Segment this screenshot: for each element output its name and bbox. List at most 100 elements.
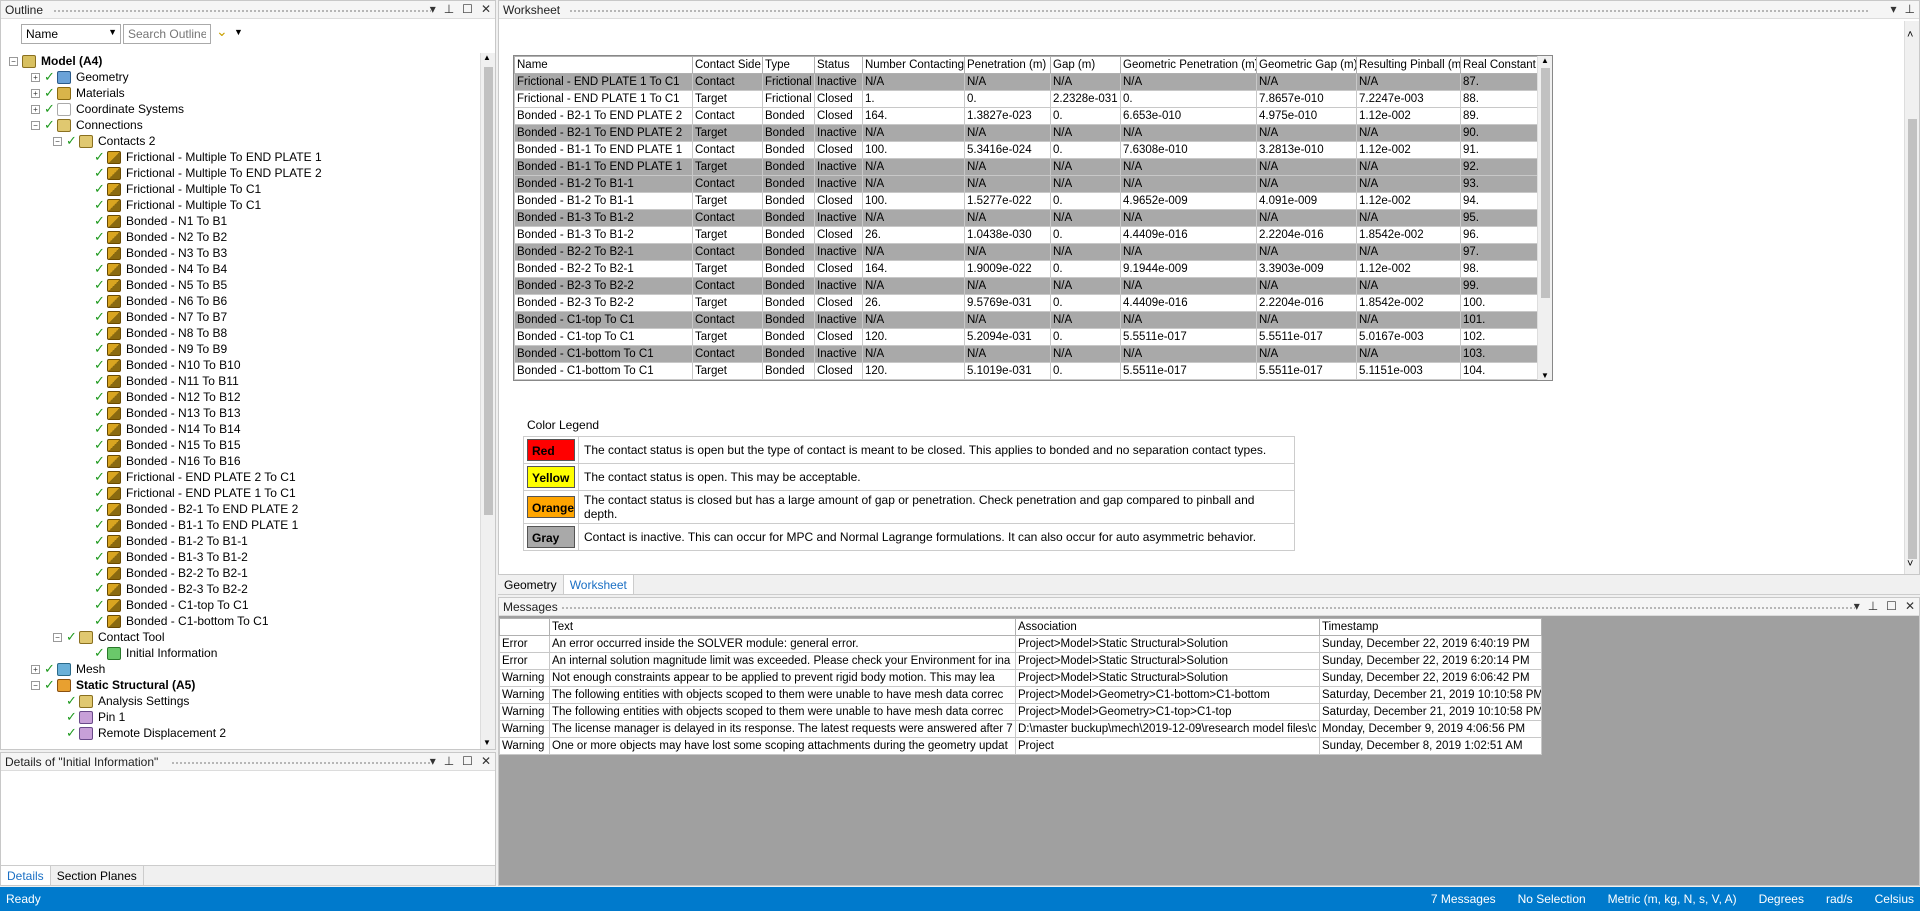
tree-node[interactable]: + ✓ Mesh bbox=[31, 661, 105, 677]
table-row[interactable]: Bonded - B2-2 To B2-1 Contact Bonded Inacti… bbox=[514, 243, 1539, 261]
pin-icon[interactable]: ⊥ bbox=[444, 754, 454, 768]
table-row[interactable]: Bonded - B1-2 To B1-1 Contact Bonded Inacti… bbox=[514, 175, 1539, 193]
message-row[interactable]: Error An error occurred inside the SOLVER… bbox=[499, 635, 1542, 653]
tree-node[interactable]: ✓ Analysis Settings bbox=[53, 693, 189, 709]
scroll-down-icon[interactable]: ˅ bbox=[1907, 558, 1913, 570]
scroll-up-icon[interactable]: ▲ bbox=[1541, 56, 1549, 65]
tree-node[interactable]: ✓ Bonded - B1-1 To END PLATE 1 bbox=[81, 517, 298, 533]
filter-icon[interactable]: ⌄ bbox=[216, 23, 228, 40]
tree-node[interactable]: − Model (A4) bbox=[9, 53, 102, 69]
details-grip[interactable] bbox=[171, 761, 431, 765]
tree-node[interactable]: ✓ Bonded - N11 To B11 bbox=[81, 373, 239, 389]
collapse-icon[interactable]: − bbox=[31, 120, 40, 130]
column-header[interactable]: Geometric Gap (m) bbox=[1256, 56, 1357, 74]
tree-node[interactable]: − ✓ Contact Tool bbox=[53, 629, 165, 645]
tree-node[interactable]: ✓ Bonded - B2-1 To END PLATE 2 bbox=[81, 501, 298, 517]
close-icon[interactable]: ✕ bbox=[481, 754, 491, 768]
dropdown-icon[interactable]: ▾ bbox=[1854, 599, 1860, 613]
dropdown-icon[interactable]: ▾ bbox=[1891, 2, 1897, 16]
column-header[interactable]: Name bbox=[514, 56, 693, 74]
message-row[interactable]: Warning The following entities with objec… bbox=[499, 703, 1542, 721]
tree-node[interactable]: ✓ Frictional - END PLATE 2 To C1 bbox=[81, 469, 296, 485]
message-row[interactable]: Warning One or more objects may have lost… bbox=[499, 737, 1542, 755]
message-row[interactable]: Error An internal solution magnitude limi… bbox=[499, 652, 1542, 670]
table-row[interactable]: Bonded - B1-2 To B1-1 Target Bonded Closed 1… bbox=[514, 192, 1539, 210]
table-row[interactable]: Bonded - C1-top To C1 Target Bonded Closed 1… bbox=[514, 328, 1539, 346]
outline-scroll-thumb[interactable] bbox=[484, 67, 493, 515]
outline-grip[interactable] bbox=[53, 9, 431, 13]
tree-node[interactable]: ✓ Bonded - N2 To B2 bbox=[81, 229, 227, 245]
column-header[interactable]: Number Contacting bbox=[862, 56, 965, 74]
message-row[interactable]: Warning The license manager is delayed in… bbox=[499, 720, 1542, 738]
contact-table-scrollbar[interactable]: ▲ ▼ bbox=[1537, 56, 1552, 380]
tree-node[interactable]: ✓ Bonded - N5 To B5 bbox=[81, 277, 227, 293]
tree-node[interactable]: ✓ Pin 1 bbox=[53, 709, 125, 725]
tree-node[interactable]: ✓ Frictional - Multiple To END PLATE 2 bbox=[81, 165, 322, 181]
column-header[interactable]: Penetration (m) bbox=[964, 56, 1051, 74]
pin-icon[interactable]: ⊥ bbox=[1905, 2, 1915, 16]
expand-icon[interactable]: + bbox=[31, 664, 40, 674]
tab-section-planes[interactable]: Section Planes bbox=[51, 866, 144, 885]
tree-node[interactable]: ✓ Bonded - B2-3 To B2-2 bbox=[81, 581, 248, 597]
table-row[interactable]: Bonded - C1-bottom To C1 Target Bonded Clos… bbox=[514, 362, 1539, 380]
table-row[interactable]: Frictional - END PLATE 1 To C1 Target Fric… bbox=[514, 90, 1539, 108]
collapse-icon[interactable]: − bbox=[31, 680, 40, 690]
table-row[interactable]: Bonded - B1-1 To END PLATE 1 Target Bonded… bbox=[514, 158, 1539, 176]
tree-node[interactable]: ✓ Bonded - N7 To B7 bbox=[81, 309, 227, 325]
column-header[interactable]: Contact Side bbox=[692, 56, 763, 74]
tree-node[interactable]: ✓ Bonded - B2-2 To B2-1 bbox=[81, 565, 248, 581]
collapse-icon[interactable]: − bbox=[53, 136, 62, 146]
tree-node[interactable]: ✓ Bonded - N10 To B10 bbox=[81, 357, 241, 373]
tab-geometry[interactable]: Geometry bbox=[498, 575, 564, 594]
column-header[interactable]: Status bbox=[814, 56, 863, 74]
scroll-up-icon[interactable]: ˄ bbox=[1907, 29, 1913, 41]
maximize-icon[interactable]: ☐ bbox=[1886, 599, 1897, 613]
contact-scroll-thumb[interactable] bbox=[1541, 68, 1550, 298]
dropdown-icon[interactable]: ▾ bbox=[430, 754, 436, 768]
tree-node[interactable]: ✓ Initial Information bbox=[81, 645, 217, 661]
tree-node[interactable]: ✓ Bonded - N8 To B8 bbox=[81, 325, 227, 341]
tree-node[interactable]: ✓ Frictional - END PLATE 1 To C1 bbox=[81, 485, 296, 501]
table-row[interactable]: Bonded - B2-1 To END PLATE 2 Contact Bonde… bbox=[514, 107, 1539, 125]
tree-node[interactable]: − ✓ Contacts 2 bbox=[53, 133, 155, 149]
column-header[interactable]: Timestamp bbox=[1319, 618, 1542, 636]
expand-icon[interactable]: + bbox=[31, 88, 40, 98]
tree-node[interactable]: − ✓ Connections bbox=[31, 117, 143, 133]
table-row[interactable]: Bonded - B2-3 To B2-2 Target Bonded Closed 2… bbox=[514, 294, 1539, 312]
search-outline-input[interactable] bbox=[123, 24, 211, 44]
message-row[interactable]: Warning The following entities with objec… bbox=[499, 686, 1542, 704]
tree-node[interactable]: + ✓ Geometry bbox=[31, 69, 129, 85]
tree-node[interactable]: ✓ Bonded - B1-2 To B1-1 bbox=[81, 533, 248, 549]
column-header[interactable]: Type bbox=[762, 56, 815, 74]
tab-details[interactable]: Details bbox=[1, 866, 51, 885]
dropdown-icon[interactable]: ▾ bbox=[430, 2, 436, 16]
table-row[interactable]: Frictional - END PLATE 1 To C1 Contact Fri… bbox=[514, 73, 1539, 91]
message-type-header[interactable] bbox=[499, 618, 550, 636]
collapse-icon[interactable]: − bbox=[53, 632, 62, 642]
outline-scrollbar[interactable]: ▲ ▼ bbox=[480, 53, 495, 749]
column-header[interactable]: Association bbox=[1015, 618, 1320, 636]
scroll-up-icon[interactable]: ▲ bbox=[483, 53, 491, 62]
name-filter-select[interactable]: Name ▼ bbox=[21, 24, 121, 44]
column-header[interactable]: Text bbox=[549, 618, 1016, 636]
table-row[interactable]: Bonded - B1-1 To END PLATE 1 Contact Bonde… bbox=[514, 141, 1539, 159]
filter-dropdown-icon[interactable]: ▼ bbox=[234, 27, 243, 37]
tree-node[interactable]: ✓ Bonded - N12 To B12 bbox=[81, 389, 241, 405]
status-messages[interactable]: 7 Messages bbox=[1431, 892, 1496, 906]
tree-node[interactable]: ✓ Bonded - C1-bottom To C1 bbox=[81, 613, 269, 629]
worksheet-grip[interactable] bbox=[569, 9, 1869, 13]
scroll-down-icon[interactable]: ▼ bbox=[483, 738, 491, 747]
status-rotvel-units[interactable]: rad/s bbox=[1826, 892, 1853, 906]
pin-icon[interactable]: ⊥ bbox=[1868, 599, 1878, 613]
tree-node[interactable]: ✓ Remote Displacement 2 bbox=[53, 725, 226, 741]
status-units[interactable]: Metric (m, kg, N, s, V, A) bbox=[1608, 892, 1737, 906]
maximize-icon[interactable]: ☐ bbox=[462, 754, 473, 768]
table-row[interactable]: Bonded - B1-3 To B1-2 Target Bonded Closed 2… bbox=[514, 226, 1539, 244]
maximize-icon[interactable]: ☐ bbox=[462, 2, 473, 16]
close-icon[interactable]: ✕ bbox=[1905, 599, 1915, 613]
column-header[interactable]: Real Constant bbox=[1460, 56, 1539, 74]
column-header[interactable]: Resulting Pinball (m) bbox=[1356, 56, 1461, 74]
column-header[interactable]: Geometric Penetration (m) bbox=[1120, 56, 1257, 74]
pin-icon[interactable]: ⊥ bbox=[444, 2, 454, 16]
tree-node[interactable]: ✓ Bonded - B1-3 To B1-2 bbox=[81, 549, 248, 565]
